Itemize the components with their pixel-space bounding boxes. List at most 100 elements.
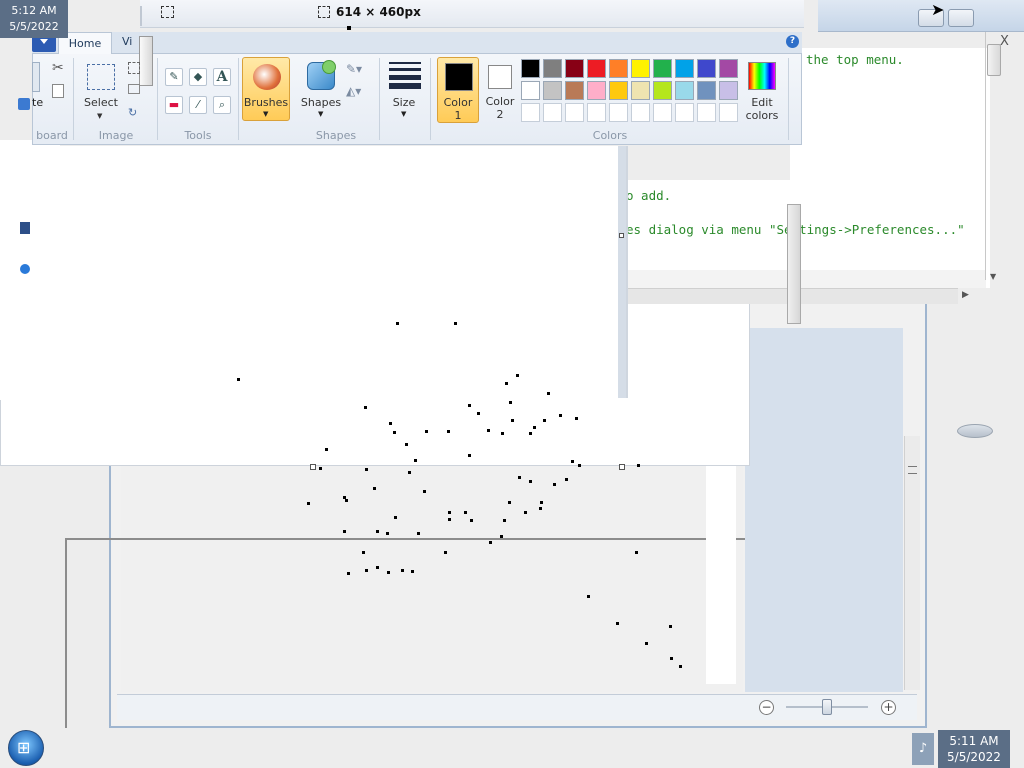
scatter-point <box>477 412 480 415</box>
palette-color-swatch[interactable] <box>609 81 628 100</box>
edit-colors-icon[interactable] <box>748 62 776 90</box>
color-1-button[interactable]: Color 1 <box>437 57 479 123</box>
editor-scroll-track <box>985 10 986 280</box>
scatter-point <box>505 382 508 385</box>
size-dropdown-icon[interactable]: ▼ <box>401 110 406 118</box>
editor-scroll-thumb[interactable] <box>987 44 1001 76</box>
tab-view[interactable]: Vi <box>122 35 132 48</box>
palette-color-swatch[interactable] <box>631 103 650 122</box>
selection-handle-left[interactable] <box>310 464 316 470</box>
color-2-button[interactable]: Color 2 <box>482 57 518 123</box>
help-icon[interactable]: ? <box>786 35 799 48</box>
shape-fill-icon[interactable]: ◭▾ <box>346 84 361 98</box>
palette-color-swatch[interactable] <box>719 81 738 100</box>
palette-color-swatch[interactable] <box>565 59 584 78</box>
shapes-label[interactable]: Shapes <box>298 96 344 109</box>
palette-color-swatch[interactable] <box>609 103 628 122</box>
palette-color-swatch[interactable] <box>565 103 584 122</box>
scatter-point <box>509 401 512 404</box>
brush-icon <box>253 64 281 90</box>
palette-color-swatch[interactable] <box>543 59 562 78</box>
rotate-icon[interactable]: ↻ <box>128 106 137 119</box>
palette-color-swatch[interactable] <box>697 103 716 122</box>
palette-color-swatch[interactable] <box>543 81 562 100</box>
scroll-down-arrow-icon[interactable]: ▼ <box>990 272 996 281</box>
maximize-button[interactable] <box>948 9 974 27</box>
select-label[interactable]: Select <box>80 96 122 109</box>
color-picker-icon[interactable]: ⁄ <box>189 96 207 114</box>
outline-icon[interactable]: ✎▾ <box>346 62 362 76</box>
brushes-button[interactable]: Brushes ▼ <box>242 57 290 121</box>
selection-status-icon <box>161 6 174 18</box>
recycle-bin-icon[interactable] <box>957 424 993 438</box>
scroll-right-arrow-icon[interactable]: ▶ <box>962 290 969 300</box>
eraser-icon[interactable]: ▬ <box>165 96 183 114</box>
palette-color-swatch[interactable] <box>565 81 584 100</box>
palette-color-swatch[interactable] <box>631 59 650 78</box>
palette-color-swatch[interactable] <box>675 81 694 100</box>
paste-label[interactable]: te <box>32 96 43 109</box>
palette-color-swatch[interactable] <box>697 81 716 100</box>
zoom-out-button[interactable]: − <box>759 700 774 715</box>
clock-time: 5:12 AM <box>11 4 57 17</box>
palette-color-swatch[interactable] <box>587 103 606 122</box>
crop-icon[interactable] <box>128 62 140 74</box>
resize-icon[interactable] <box>128 84 140 94</box>
taskbar-clock[interactable]: 5:11 AM 5/5/2022 <box>938 730 1010 768</box>
windows-logo-icon: ⊞ <box>17 738 31 757</box>
palette-color-swatch[interactable] <box>609 59 628 78</box>
selection-handle-top[interactable] <box>619 233 624 238</box>
palette-color-swatch[interactable] <box>653 81 672 100</box>
palette-color-swatch[interactable] <box>653 103 672 122</box>
viewer-vertical-scrollbar[interactable] <box>904 436 920 690</box>
size-label[interactable]: Size <box>384 96 424 109</box>
taskbar-clock-top[interactable]: 5:12 AM 5/5/2022 <box>0 0 68 38</box>
fill-icon[interactable]: ◆ <box>189 68 207 86</box>
shapes-dropdown-icon[interactable]: ▼ <box>318 110 323 118</box>
palette-color-swatch[interactable] <box>587 81 606 100</box>
palette-color-swatch[interactable] <box>521 81 540 100</box>
paint-title-bar <box>140 0 804 28</box>
palette-color-swatch[interactable] <box>719 59 738 78</box>
scatter-point <box>386 532 389 535</box>
copy-icon[interactable] <box>52 84 64 98</box>
select-icon[interactable] <box>87 64 115 90</box>
selection-handle-right[interactable] <box>619 464 625 470</box>
palette-color-swatch[interactable] <box>631 81 650 100</box>
close-icon[interactable]: X <box>1000 34 1009 49</box>
cut-icon[interactable]: ✂ <box>52 60 64 76</box>
zoom-slider-thumb[interactable] <box>822 699 832 715</box>
palette-color-swatch[interactable] <box>587 59 606 78</box>
edit-colors-label[interactable]: Edit colors <box>740 96 784 122</box>
palette-color-swatch[interactable] <box>543 103 562 122</box>
desktop-icon-2[interactable] <box>20 222 30 234</box>
magnifier-icon[interactable]: ⌕ <box>213 96 231 114</box>
text-icon[interactable]: A <box>213 68 231 86</box>
scatter-point <box>237 378 240 381</box>
select-dropdown-icon[interactable]: ▼ <box>97 112 102 120</box>
scatter-point <box>319 467 322 470</box>
scatter-point <box>414 459 417 462</box>
desktop-icon-3[interactable] <box>20 264 30 274</box>
paste-icon[interactable] <box>32 62 40 92</box>
palette-color-swatch[interactable] <box>697 59 716 78</box>
canvas-size-label: 614 × 460px <box>336 5 421 19</box>
brushes-dropdown-icon: ▼ <box>263 110 269 118</box>
zoom-in-button[interactable]: + <box>881 700 896 715</box>
paint-canvas[interactable] <box>32 146 622 398</box>
volume-icon[interactable]: ♪ <box>912 733 934 765</box>
palette-color-swatch[interactable] <box>521 59 540 78</box>
scatter-point <box>578 464 581 467</box>
palette-color-swatch[interactable] <box>521 103 540 122</box>
palette-color-swatch[interactable] <box>719 103 738 122</box>
palette-color-swatch[interactable] <box>675 103 694 122</box>
scatter-point <box>307 502 310 505</box>
palette-color-swatch[interactable] <box>675 59 694 78</box>
palette-color-swatch[interactable] <box>653 59 672 78</box>
size-icon[interactable] <box>389 62 421 89</box>
scatter-point <box>539 507 542 510</box>
desktop-icon-1[interactable] <box>18 98 30 110</box>
pencil-icon[interactable]: ✎ <box>165 68 183 86</box>
editor-vertical-thumb[interactable] <box>787 204 801 324</box>
scatter-point <box>464 511 467 514</box>
